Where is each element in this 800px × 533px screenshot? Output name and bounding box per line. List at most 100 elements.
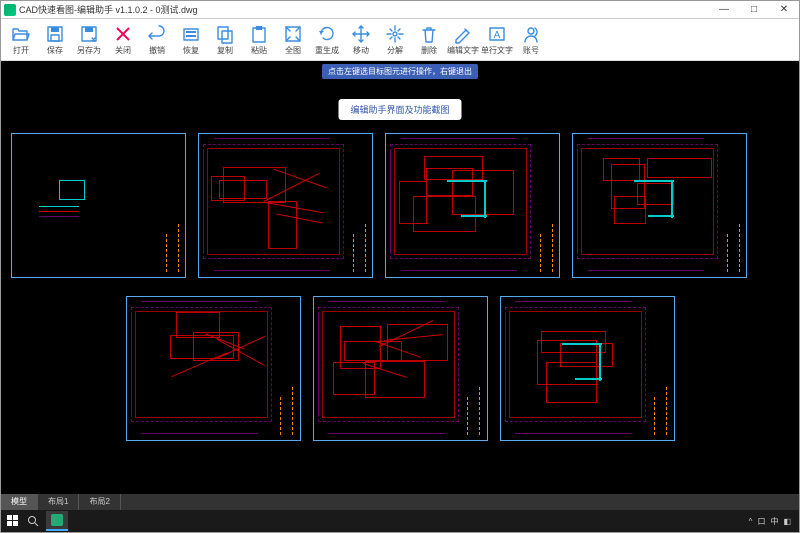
- toolbar-label: 重生成: [315, 45, 339, 56]
- title-strip: [545, 134, 559, 277]
- toolbar-label: 保存: [47, 45, 63, 56]
- title-strip: [358, 134, 372, 277]
- toolbar-label: 关闭: [115, 45, 131, 56]
- title-strip: [286, 297, 300, 440]
- toolbar-label: 编辑文字: [447, 45, 479, 56]
- maximize-button[interactable]: □: [739, 1, 769, 18]
- delete-icon: [419, 24, 439, 44]
- toolbar-label: 粘贴: [251, 45, 267, 56]
- floor-plan: [394, 148, 527, 255]
- drawing-canvas[interactable]: 点击左键选目标图元进行操作，右键退出 编辑助手界面及功能截图: [1, 61, 799, 494]
- toolbar-open-button[interactable]: 打开: [4, 20, 38, 60]
- title-strip: [473, 297, 487, 440]
- floor-plan: [581, 148, 714, 255]
- toolbar-close-button[interactable]: 关闭: [106, 20, 140, 60]
- svg-text:A: A: [494, 30, 501, 41]
- drawing-sheet[interactable]: [126, 296, 301, 441]
- toolbar-saveas-button[interactable]: 另存为: [72, 20, 106, 60]
- layout-tabs: 模型布局1布局2: [1, 494, 799, 510]
- layout-tab-1[interactable]: 布局1: [38, 494, 79, 510]
- copy-icon: [215, 24, 235, 44]
- explode-icon: [385, 24, 405, 44]
- drawing-sheets: [11, 133, 789, 484]
- toolbar-label: 复制: [217, 45, 233, 56]
- extents-icon: [283, 24, 303, 44]
- tray-notify-icon[interactable]: ◧: [783, 517, 791, 526]
- text-icon: A: [487, 24, 507, 44]
- tray-ime-icon[interactable]: 口: [757, 516, 765, 527]
- move-icon: [351, 24, 371, 44]
- drawing-sheet[interactable]: [11, 133, 186, 278]
- close-button[interactable]: ✕: [769, 1, 799, 18]
- tray-lang-icon[interactable]: 中: [770, 516, 778, 527]
- layout-tab-0[interactable]: 模型: [1, 494, 38, 510]
- tray-chevron-icon[interactable]: ^: [749, 517, 753, 526]
- floor-plan: [509, 311, 642, 418]
- toolbar-label: 单行文字: [481, 45, 513, 56]
- floor-plan: [322, 311, 455, 418]
- rev-strip: [535, 134, 545, 277]
- toolbar-label: 恢复: [183, 45, 199, 56]
- toolbar-label: 分解: [387, 45, 403, 56]
- rev-strip: [276, 297, 286, 440]
- toolbar-label: 移动: [353, 45, 369, 56]
- toolbar-explode-button[interactable]: 分解: [378, 20, 412, 60]
- taskbar-search-icon[interactable]: [22, 511, 44, 531]
- toolbar-extents-button[interactable]: 全图: [276, 20, 310, 60]
- toolbar-mtext-button[interactable]: 编辑文字: [446, 20, 480, 60]
- command-hint: 点击左键选目标图元进行操作，右键退出: [322, 64, 478, 79]
- close-icon: [113, 24, 133, 44]
- toolbar-label: 撤销: [149, 45, 165, 56]
- drawing-sheet[interactable]: [313, 296, 488, 441]
- main-toolbar: 打开 保存 另存为 关闭 撤销 恢复 复制 粘贴全图重生成 移动 分解 删除编辑文字 A 单行文字账号: [1, 19, 799, 61]
- saveas-icon: [79, 24, 99, 44]
- redo-icon: [181, 24, 201, 44]
- toolbar-delete-button[interactable]: 删除: [412, 20, 446, 60]
- mtext-icon: [453, 24, 473, 44]
- toolbar-regen-button[interactable]: 重生成: [310, 20, 344, 60]
- open-icon: [11, 24, 31, 44]
- layout-tab-2[interactable]: 布局2: [79, 494, 120, 510]
- title-strip: [660, 297, 674, 440]
- drawing-sheet[interactable]: [572, 133, 747, 278]
- drawing-sheet[interactable]: [500, 296, 675, 441]
- toolbar-account-button[interactable]: 账号: [514, 20, 548, 60]
- title-strip: [171, 134, 185, 277]
- drawing-caption: 编辑助手界面及功能截图: [338, 99, 461, 120]
- minimize-button[interactable]: —: [709, 1, 739, 18]
- toolbar-label: 打开: [13, 45, 29, 56]
- rev-strip: [161, 134, 171, 277]
- title-strip: [732, 134, 746, 277]
- window-titlebar: CAD快速看图-编辑助手 v1.1.0.2 - 0测试.dwg — □ ✕: [1, 1, 799, 19]
- toolbar-redo-button[interactable]: 恢复: [174, 20, 208, 60]
- toolbar-undo-button[interactable]: 撤销: [140, 20, 174, 60]
- drawing-sheet[interactable]: [385, 133, 560, 278]
- toolbar-copy-button[interactable]: 复制: [208, 20, 242, 60]
- toolbar-paste-button[interactable]: 粘贴: [242, 20, 276, 60]
- toolbar-text-button[interactable]: A 单行文字: [480, 20, 514, 60]
- floor-plan: [135, 311, 268, 418]
- rev-strip: [722, 134, 732, 277]
- save-icon: [45, 24, 65, 44]
- rev-strip: [463, 297, 473, 440]
- toolbar-move-button[interactable]: 移动: [344, 20, 378, 60]
- paste-icon: [249, 24, 269, 44]
- account-icon: [521, 24, 541, 44]
- start-button[interactable]: [5, 513, 21, 529]
- system-tray[interactable]: ^ 口 中 ◧: [749, 516, 795, 527]
- toolbar-label: 另存为: [77, 45, 101, 56]
- toolbar-label: 账号: [523, 45, 539, 56]
- app-icon: [4, 4, 16, 16]
- toolbar-save-button[interactable]: 保存: [38, 20, 72, 60]
- regen-icon: [317, 24, 337, 44]
- rev-strip: [650, 297, 660, 440]
- undo-icon: [147, 24, 167, 44]
- floor-plan: [207, 148, 340, 255]
- toolbar-label: 删除: [421, 45, 437, 56]
- legend-block: [39, 180, 99, 221]
- rev-strip: [348, 134, 358, 277]
- window-title: CAD快速看图-编辑助手 v1.1.0.2 - 0测试.dwg: [19, 3, 709, 16]
- drawing-sheet[interactable]: [198, 133, 373, 278]
- windows-taskbar: ^ 口 中 ◧: [1, 510, 799, 532]
- taskbar-app-icon[interactable]: [46, 511, 68, 531]
